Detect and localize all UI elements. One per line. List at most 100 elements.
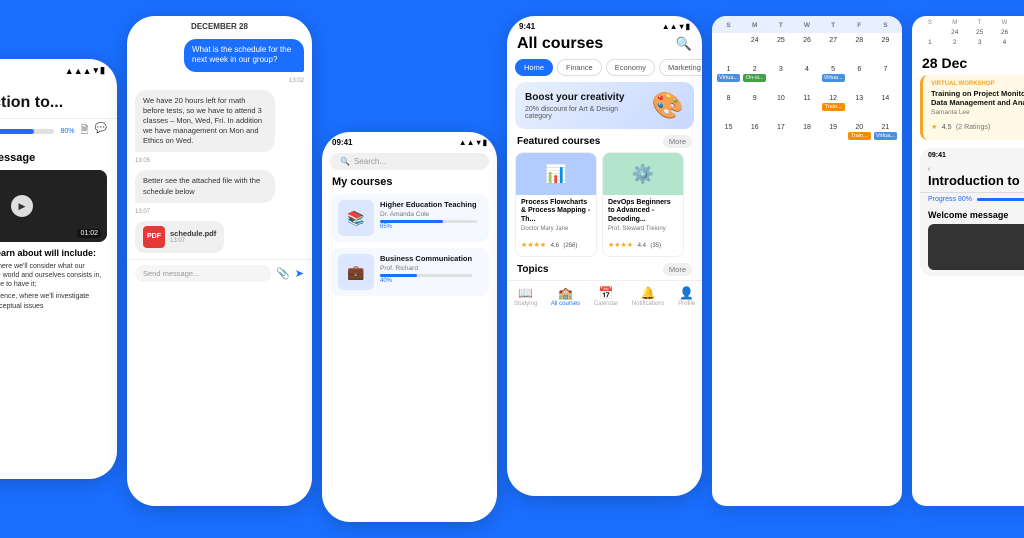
topics-title: Topics: [517, 264, 548, 275]
nav-calendar-label: Calendar: [594, 301, 618, 307]
cal-cell-16[interactable]: 16: [742, 122, 767, 150]
cal-cell-1[interactable]: 1Virtua...: [716, 64, 741, 92]
cal-cell-26[interactable]: 26: [794, 35, 819, 63]
nav-studying[interactable]: 📖 Studying: [514, 286, 537, 307]
cal-cell-10[interactable]: 10: [768, 93, 793, 121]
tab-economy[interactable]: Economy: [606, 59, 655, 76]
cal-cell-20[interactable]: 20Train...: [847, 122, 872, 150]
video-thumbnail[interactable]: ▶ 01:02: [0, 170, 107, 242]
status-bar-1: 9:41 ▲▲▲ ▾ ▮: [0, 59, 117, 78]
topics-more-button[interactable]: More: [663, 263, 692, 276]
banner-title: Boost your creativity: [525, 92, 646, 104]
signal-4: ▲▲: [662, 22, 678, 31]
my-course-1[interactable]: 📚 Higher Education Teaching Dr. Amanda C…: [330, 194, 489, 242]
cal-cell-18[interactable]: 18: [794, 122, 819, 150]
all-courses-icon: 🏫: [558, 286, 573, 300]
a-cell-5[interactable]: 5: [1017, 38, 1024, 47]
course-card-info-2: DevOps Beginners to Advanced - Decoding.…: [603, 195, 683, 256]
tab-home[interactable]: Home: [515, 59, 553, 76]
nav-all-courses[interactable]: 🏫 All courses: [551, 286, 580, 307]
phone5-header: ‹ Introduction to: [920, 164, 1024, 193]
cal-cell-24[interactable]: 24: [742, 35, 767, 63]
file-attachment[interactable]: PDF schedule.pdf 13:07: [135, 221, 224, 253]
signal-3: ▲▲: [459, 138, 475, 147]
nav-studying-label: Studying: [514, 301, 537, 307]
featured-course-2[interactable]: ⚙️ DevOps Beginners to Advanced - Decodi…: [602, 152, 684, 257]
bell-icon: 🔔: [641, 286, 656, 300]
prog-fill-1: [380, 220, 443, 223]
wifi-icon: ▾: [94, 65, 99, 76]
cal-cell[interactable]: [716, 35, 741, 63]
a-cell-3[interactable]: 3: [968, 38, 992, 47]
time-5: 09:41: [928, 152, 946, 160]
bubble-sent-1: What is the schedule for the next week i…: [184, 39, 304, 72]
cal-cell-3[interactable]: 3: [768, 64, 793, 92]
a-cell-25[interactable]: 25: [968, 28, 992, 37]
agenda-cal-header: S M T W T F S: [918, 20, 1024, 26]
a-cell-4[interactable]: 4: [993, 38, 1017, 47]
search-bar-3[interactable]: 🔍 Search...: [330, 153, 489, 170]
day-f: F: [847, 20, 872, 31]
chat-area[interactable]: What is the schedule for the next week i…: [127, 33, 312, 259]
banner-text: Boost your creativity 20% discount for A…: [525, 92, 646, 120]
progress-row: ☰ 80% 🗎 💬: [0, 119, 117, 144]
file-time: 13:07: [170, 238, 216, 244]
a-cell-1[interactable]: 1: [918, 38, 942, 47]
video-duration: 01:02: [77, 229, 101, 238]
search-icon-4[interactable]: 🔍: [676, 36, 692, 52]
day-w: W: [794, 20, 819, 31]
a-cell[interactable]: [918, 28, 942, 37]
cal-cell-21[interactable]: 21Virtua...: [873, 122, 898, 150]
prog-bar-2: [380, 274, 472, 277]
cal-cell-27[interactable]: 27: [821, 35, 846, 63]
message-input[interactable]: Send message...: [135, 265, 271, 282]
cal-cell-12[interactable]: 12Train...: [821, 93, 846, 121]
cal-cell-2[interactable]: 2On-si...: [742, 64, 767, 92]
play-button[interactable]: ▶: [11, 195, 33, 217]
cal-cell-17[interactable]: 17: [768, 122, 793, 150]
cal-cell-13[interactable]: 13: [847, 93, 872, 121]
nav-profile-label: Profile: [678, 301, 695, 307]
cal-cell-25[interactable]: 25: [768, 35, 793, 63]
a-cell-27[interactable]: 27: [1017, 28, 1024, 37]
cal-cell-15[interactable]: 15: [716, 122, 741, 150]
a-cell-24[interactable]: 24: [943, 28, 967, 37]
agenda-event-1[interactable]: VIRTUAL WORKSHOP Training on Project Mon…: [920, 75, 1024, 140]
cal-cell-28[interactable]: 28: [847, 35, 872, 63]
a-cell-26[interactable]: 26: [993, 28, 1017, 37]
studying-icon: 📖: [518, 286, 533, 300]
cal-cell-14[interactable]: 14: [873, 93, 898, 121]
cal-cell-11[interactable]: 11: [794, 93, 819, 121]
document-icon[interactable]: 🗎: [81, 123, 89, 140]
back-row[interactable]: ‹: [0, 82, 107, 93]
cal-cell-8[interactable]: 8: [716, 93, 741, 121]
cal-cell-4[interactable]: 4: [794, 64, 819, 92]
phone5-video-thumb: [928, 224, 1024, 270]
my-course-2[interactable]: 💼 Business Communication Prof. Richard 4…: [330, 248, 489, 296]
nav-all-courses-label: All courses: [551, 301, 580, 307]
nav-notifications[interactable]: 🔔 Notifications: [632, 286, 665, 307]
cal-cell-29[interactable]: 29: [873, 35, 898, 63]
cal-cell-7[interactable]: 7: [873, 64, 898, 92]
attach-icon[interactable]: 📎: [276, 267, 290, 280]
chat-icon[interactable]: 💬: [95, 123, 107, 140]
day-t2: T: [821, 20, 846, 31]
progress-bar: [0, 129, 34, 134]
cal-cell-9[interactable]: 9: [742, 93, 767, 121]
promo-banner[interactable]: Boost your creativity 20% discount for A…: [515, 82, 694, 129]
a-cell-2[interactable]: 2: [943, 38, 967, 47]
cal-cell-5[interactable]: 5Virtua...: [821, 64, 846, 92]
cal-cell-19[interactable]: 19: [821, 122, 846, 150]
course-name-2: Business Communication: [380, 254, 472, 263]
featured-course-1[interactable]: 📊 Process Flowcharts & Process Mapping -…: [515, 152, 597, 257]
nav-profile[interactable]: 👤 Profile: [678, 286, 695, 307]
send-icon[interactable]: ➤: [295, 267, 304, 280]
course-header: ‹ Introduction to...: [0, 78, 117, 119]
tab-marketing[interactable]: Marketing: [659, 59, 702, 76]
cal-cell-6[interactable]: 6: [847, 64, 872, 92]
nav-calendar[interactable]: 📅 Calendar: [594, 286, 618, 307]
more-button[interactable]: More: [663, 135, 692, 148]
tab-finance[interactable]: Finance: [557, 59, 602, 76]
status-icons-4: ▲▲ ▾ ▮: [662, 22, 690, 31]
nav-notif-label: Notifications: [632, 301, 665, 307]
